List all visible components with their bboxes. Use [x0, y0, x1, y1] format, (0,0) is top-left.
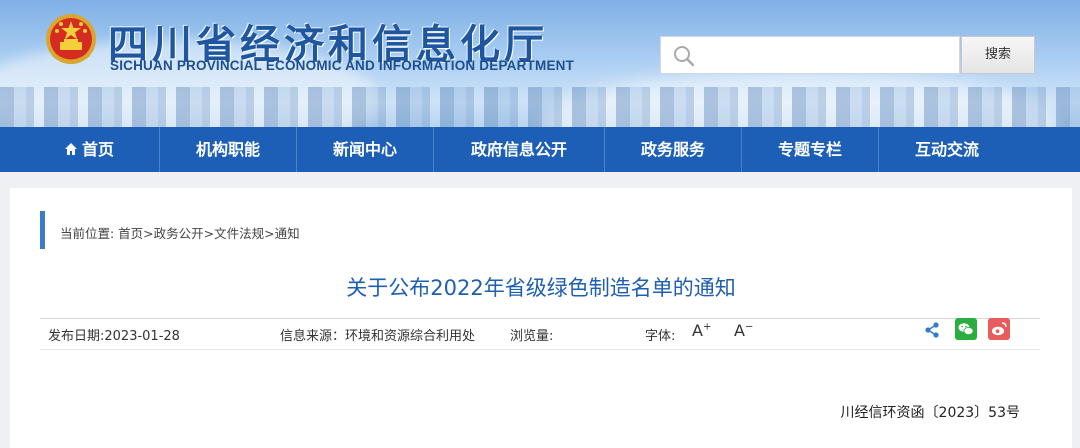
divider: [40, 318, 1040, 319]
wechat-share-icon[interactable]: [955, 318, 977, 340]
site-header: 四川省经济和信息化厅 SICHUAN PROVINCIAL ECONOMIC A…: [0, 0, 1080, 127]
breadcrumb-marker: [40, 211, 45, 249]
font-decrease-button[interactable]: A−: [734, 321, 753, 340]
view-count: 浏览量:: [510, 329, 554, 344]
nav-item-services[interactable]: 政务服务: [605, 127, 741, 172]
nav-item-interaction[interactable]: 互动交流: [879, 127, 1015, 172]
search-input[interactable]: [660, 36, 960, 74]
font-increase-mark: +: [702, 321, 712, 333]
font-decrease-mark: −: [744, 321, 754, 333]
nav-item-organization[interactable]: 机构职能: [160, 127, 296, 172]
font-increase-glyph: A: [692, 321, 703, 340]
font-increase-button[interactable]: A+: [692, 321, 711, 340]
header-skyline: [0, 87, 1080, 127]
wechat-icon: [958, 323, 974, 335]
nav-item-news[interactable]: 新闻中心: [297, 127, 433, 172]
nav-item-label: 首页: [81, 140, 114, 159]
main-nav: 首页 机构职能 新闻中心 政府信息公开 政务服务 专题专栏 互动交流: [0, 127, 1080, 172]
nav-item-topics[interactable]: 专题专栏: [742, 127, 878, 172]
search-icon: [674, 46, 695, 67]
national-emblem-icon: [46, 14, 96, 64]
share-icon[interactable]: [924, 322, 940, 338]
weibo-share-icon[interactable]: [988, 318, 1010, 340]
font-size-label: 字体:: [645, 329, 676, 344]
nav-item-home[interactable]: 首页: [20, 127, 158, 172]
article-container: 当前位置: 首页>政务公开>文件法规>通知 关于公布2022年省级绿色制造名单的…: [10, 188, 1072, 448]
site-subtitle: SICHUAN PROVINCIAL ECONOMIC AND INFORMAT…: [110, 58, 575, 73]
publish-date: 发布日期:2023-01-28: [48, 329, 180, 344]
search-button[interactable]: 搜索: [961, 36, 1035, 74]
article-title: 关于公布2022年省级绿色制造名单的通知: [346, 276, 736, 300]
home-icon: [64, 143, 77, 155]
nav-item-gov-info[interactable]: 政府信息公开: [434, 127, 604, 172]
font-decrease-glyph: A: [734, 321, 745, 340]
weibo-icon: [992, 322, 1007, 336]
divider: [40, 349, 1040, 350]
breadcrumb[interactable]: 当前位置: 首页>政务公开>文件法规>通知: [60, 223, 300, 242]
document-number: 川经信环资函〔2023〕53号: [840, 405, 1020, 421]
info-source: 信息来源：环境和资源综合利用处: [280, 329, 476, 344]
